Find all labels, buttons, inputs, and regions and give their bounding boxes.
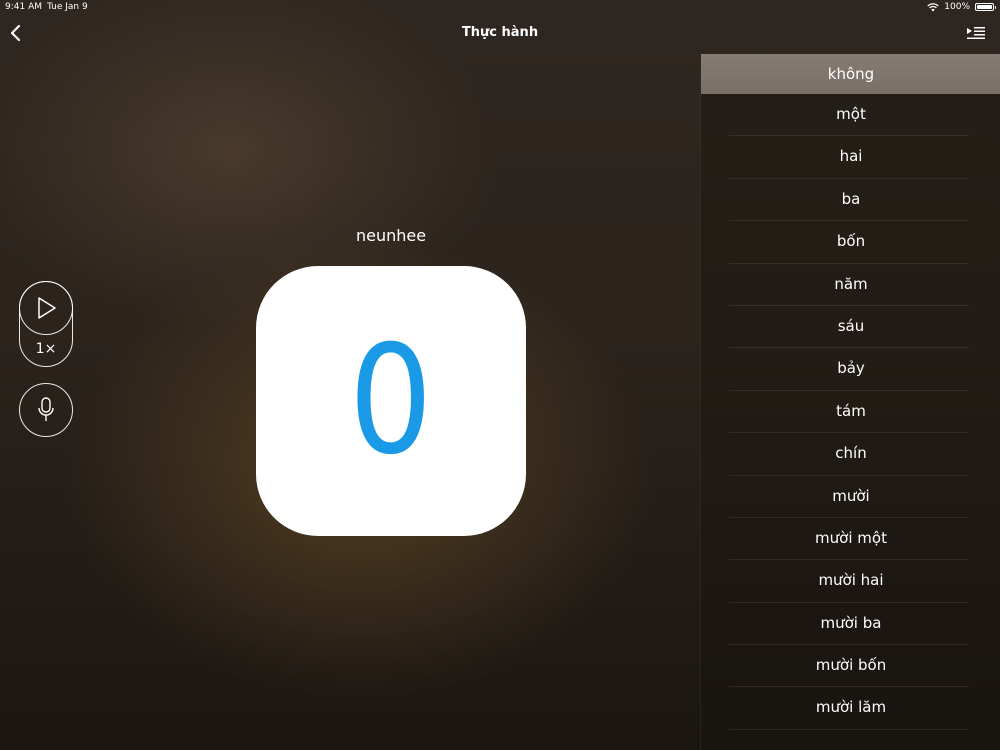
play-list-icon	[967, 27, 985, 39]
word-list-item[interactable]: một	[701, 94, 1000, 137]
word-list-item[interactable]: mười lăm	[701, 687, 1000, 731]
speed-button[interactable]: 1×	[19, 335, 73, 365]
word-list-item[interactable]: sáu	[701, 306, 1000, 349]
microphone-icon	[38, 397, 54, 421]
word-list-item[interactable]: mười	[701, 476, 1000, 519]
word-list-item[interactable]: không	[701, 54, 1000, 94]
microphone-button[interactable]	[19, 383, 73, 437]
play-button[interactable]	[19, 281, 73, 335]
word-list-item[interactable]: hai	[701, 136, 1000, 180]
word-list-item[interactable]: mười một	[701, 518, 1000, 561]
page-title: Thực hành	[461, 25, 539, 40]
word-list-item[interactable]: chín	[701, 433, 1000, 476]
number-card[interactable]: 0	[256, 266, 526, 536]
number-digit: 0	[349, 314, 433, 488]
word-list-item[interactable]: mười ba	[701, 603, 1000, 646]
word-list[interactable]: không một hai ba bốn năm sáu bảy tám chín mười mười…	[700, 54, 1000, 750]
battery-percent: 100%	[944, 2, 970, 12]
pronunciation-label: neunhee	[355, 226, 427, 245]
status-date: Tue Jan 9	[47, 2, 88, 12]
word-list-item[interactable]: ba	[701, 179, 1000, 222]
status-right: 100%	[927, 2, 996, 12]
word-list-item[interactable]: bốn	[701, 221, 1000, 264]
play-icon	[38, 297, 56, 319]
wifi-icon	[927, 2, 939, 11]
word-list-item[interactable]: mười bốn	[701, 645, 1000, 688]
list-toggle-button[interactable]	[966, 25, 986, 41]
word-list-item[interactable]: năm	[701, 264, 1000, 307]
status-time: 9:41 AM	[5, 2, 42, 12]
battery-icon	[975, 3, 996, 11]
word-list-item[interactable]: tám	[701, 391, 1000, 434]
status-bar: 9:41 AM Tue Jan 9 100%	[0, 0, 1000, 16]
word-list-item[interactable]: bảy	[701, 348, 1000, 392]
word-list-item[interactable]: mười hai	[701, 560, 1000, 604]
